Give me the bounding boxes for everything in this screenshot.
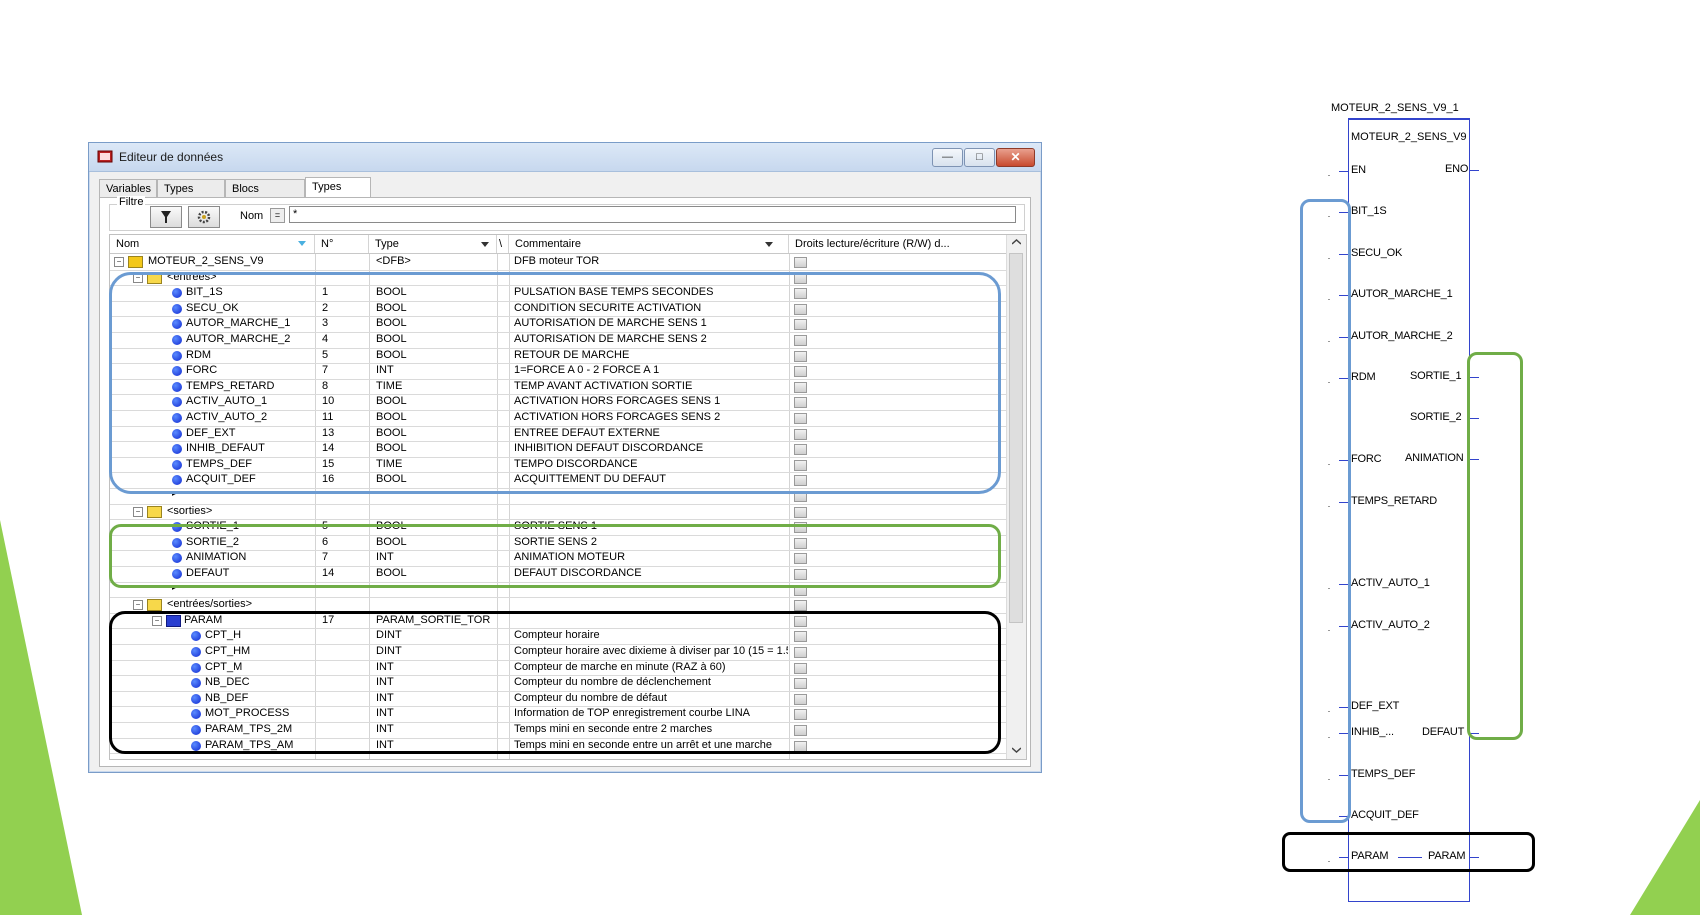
scroll-down-icon: [1012, 747, 1021, 753]
gear-icon: [197, 210, 211, 224]
scroll-up-icon: [1012, 239, 1021, 245]
cell-number: [322, 504, 367, 520]
block-input-pin[interactable]: ACTIV_AUTO_2: [1351, 619, 1430, 631]
minimize-icon: —: [942, 151, 953, 163]
funnel-icon: [161, 211, 171, 223]
cell-comment: [514, 504, 788, 520]
block-input-pin[interactable]: DEF_EXT: [1351, 700, 1399, 712]
name-filter-input[interactable]: [289, 206, 1016, 223]
block-instance-title: MOTEUR_2_SENS_V9_1: [1331, 102, 1459, 114]
collapse-toggle-icon[interactable]: −: [114, 257, 124, 267]
pin-stub: [1328, 175, 1330, 176]
cell-type: [376, 504, 496, 520]
window-title: Editeur de données: [119, 150, 224, 164]
inputs-highlight: [109, 272, 1001, 494]
cell-number: [322, 254, 367, 270]
col-type-label: Type: [375, 238, 399, 250]
block-type-name: MOTEUR_2_SENS_V9: [1351, 131, 1467, 143]
pin-connector: [1470, 170, 1479, 171]
function-block[interactable]: [1348, 118, 1470, 902]
col-header-nom[interactable]: Nom: [110, 235, 315, 253]
block-input-pin[interactable]: ACTIV_AUTO_1: [1351, 577, 1430, 589]
vertical-scrollbar[interactable]: [1006, 235, 1026, 759]
block-input-pin[interactable]: EN: [1351, 164, 1366, 176]
equals-toggle[interactable]: =: [270, 208, 285, 223]
rw-checkbox[interactable]: [794, 600, 807, 612]
grid-header: Nom N° Type \ Commentaire Droits lecture…: [110, 235, 1006, 254]
block-input-pin[interactable]: TEMPS_DEF: [1351, 768, 1415, 780]
dropdown-arrow-icon: [765, 242, 773, 247]
inout-highlight: [109, 611, 1001, 754]
app-icon: [97, 150, 113, 163]
cell-name: <sorties>: [167, 504, 213, 517]
scroll-thumb[interactable]: [1009, 253, 1023, 623]
collapse-toggle-icon[interactable]: −: [133, 600, 143, 611]
sort-icon: [298, 241, 306, 246]
minimize-button[interactable]: —: [932, 148, 963, 167]
title-bar[interactable]: Editeur de données — □ ✕: [89, 143, 1041, 172]
folder-icon: [147, 599, 162, 612]
green-corner-right: [1630, 800, 1700, 915]
block-output-pin[interactable]: SORTIE_2: [1410, 411, 1462, 423]
col-header-num[interactable]: N°: [315, 235, 369, 253]
table-row[interactable]: − MOTEUR_2_SENS_V9 <DFB> DFB moteur TOR: [110, 254, 1006, 271]
nom-label: Nom: [240, 210, 264, 222]
col-header-type[interactable]: Type: [369, 235, 497, 253]
table-row-group[interactable]: − <sorties>: [110, 504, 1006, 521]
block-input-pin[interactable]: ACQUIT_DEF: [1351, 809, 1419, 821]
collapse-toggle-icon[interactable]: −: [133, 506, 143, 517]
close-icon: ✕: [1010, 150, 1021, 164]
col-header-split[interactable]: \: [497, 235, 509, 253]
filter-options-button[interactable]: [188, 206, 220, 228]
cell-name: MOTEUR_2_SENS_V9: [148, 255, 264, 267]
col-comment-label: Commentaire: [515, 238, 582, 250]
maximize-button[interactable]: □: [964, 148, 995, 167]
block-input-pin[interactable]: SECU_OK: [1351, 247, 1402, 259]
filter-button[interactable]: [150, 206, 182, 228]
rw-checkbox[interactable]: [794, 506, 807, 518]
block-output-pin[interactable]: ANIMATION: [1405, 452, 1464, 464]
data-editor-window: Editeur de données — □ ✕ Variables Types…: [88, 142, 1042, 773]
tab-types-dfb[interactable]: Types DFB: [305, 177, 371, 211]
cell-type: <DFB>: [376, 255, 411, 267]
rw-checkbox[interactable]: [794, 257, 807, 268]
block-input-pin[interactable]: FORC: [1351, 453, 1382, 465]
dropdown-arrow-icon: [481, 242, 489, 247]
block-inputs-highlight: [1300, 199, 1351, 823]
tab-blocs-fonction[interactable]: Blocs fonction: [225, 179, 305, 213]
dfb-icon: [128, 256, 143, 268]
block-input-pin[interactable]: AUTOR_MARCHE_1: [1351, 288, 1453, 300]
block-outputs-highlight: [1467, 352, 1523, 740]
block-input-pin[interactable]: BIT_1S: [1351, 205, 1387, 217]
pin-connector: [1339, 171, 1348, 172]
block-input-pin[interactable]: AUTOR_MARCHE_2: [1351, 330, 1453, 342]
tab-types-ddt[interactable]: Types DDT: [157, 179, 225, 213]
cell-comment: DFB moteur TOR: [514, 255, 600, 267]
block-output-pin[interactable]: ENO: [1445, 163, 1468, 175]
maximize-icon: □: [976, 151, 983, 163]
block-output-pin[interactable]: SORTIE_1: [1410, 370, 1462, 382]
tab-variables[interactable]: Variables: [99, 179, 157, 197]
col-header-droits[interactable]: Droits lecture/écriture (R/W) d...: [789, 235, 1006, 253]
block-input-pin[interactable]: RDM: [1351, 371, 1376, 383]
col-header-commentaire[interactable]: Commentaire: [509, 235, 789, 253]
folder-icon: [147, 505, 162, 518]
outputs-highlight: [109, 524, 1001, 588]
block-input-pin[interactable]: INHIB_...: [1351, 726, 1394, 738]
green-corner-left: [0, 520, 82, 915]
col-nom-label: Nom: [116, 238, 140, 250]
filter-label: Filtre: [117, 196, 146, 208]
block-inout-highlight: [1282, 832, 1535, 872]
close-button[interactable]: ✕: [996, 148, 1035, 167]
block-input-pin[interactable]: TEMPS_RETARD: [1351, 495, 1437, 507]
block-output-pin[interactable]: DEFAUT: [1422, 726, 1464, 738]
